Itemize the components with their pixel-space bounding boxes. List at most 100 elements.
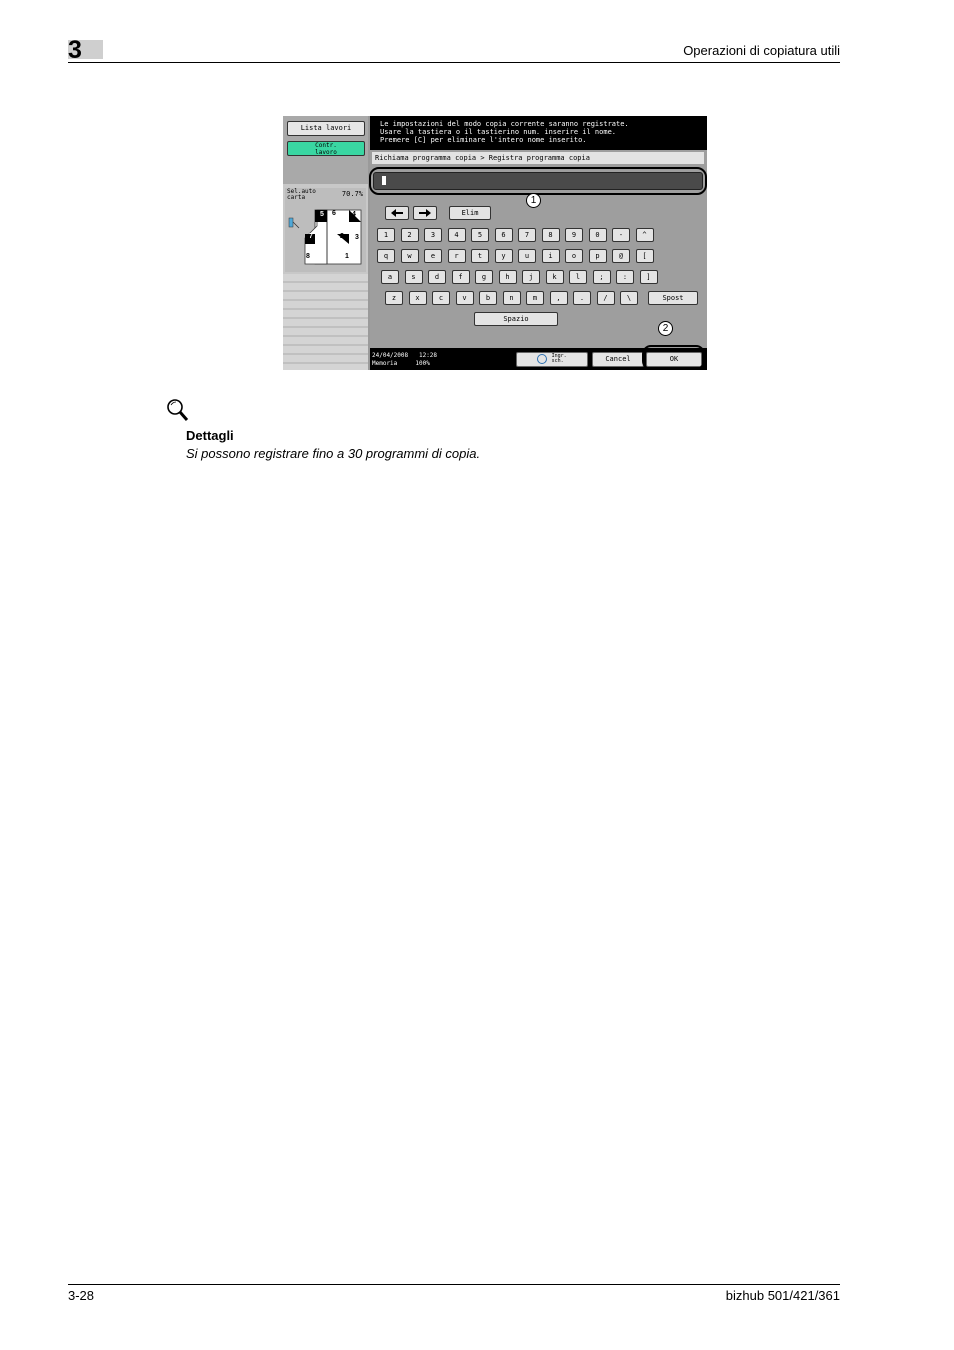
left-panel: Lista lavori Contr. lavoro Sel.auto cart… <box>283 116 368 370</box>
left-panel-empty-area <box>283 274 368 370</box>
callout-2: 2 <box>658 321 673 336</box>
enlarge-display-button[interactable]: Ingr. sch. <box>516 352 588 367</box>
key-row2-8[interactable]: o <box>565 249 583 263</box>
key-row1-9[interactable]: 0 <box>588 228 607 242</box>
key-row1-1[interactable]: 2 <box>400 228 419 242</box>
arrow-right-icon <box>419 209 431 217</box>
cursor-right-button[interactable] <box>413 206 437 220</box>
key-row2-3[interactable]: r <box>447 249 466 263</box>
check-job-button[interactable]: Contr. lavoro <box>287 141 365 156</box>
chapter-number: 3 <box>68 36 82 64</box>
note-text: Si possono registrare fino a 30 programm… <box>186 446 481 461</box>
key-row3-8[interactable]: l <box>569 270 587 284</box>
key-row1-7[interactable]: 8 <box>541 228 560 242</box>
finishing-diagram <box>288 209 362 265</box>
position-6: 6 <box>332 210 336 217</box>
key-row3-0[interactable]: a <box>381 270 399 284</box>
key-row3-3[interactable]: f <box>451 270 470 284</box>
key-row4-10[interactable]: \ <box>620 291 638 305</box>
position-5: 5 <box>320 211 324 218</box>
key-row1-6[interactable]: 7 <box>518 228 536 242</box>
key-row2-4[interactable]: t <box>471 249 489 263</box>
key-row2-7[interactable]: i <box>541 249 560 263</box>
key-row3-4[interactable]: g <box>475 270 493 284</box>
key-row1-3[interactable]: 4 <box>447 228 466 242</box>
key-row1-5[interactable]: 6 <box>494 228 513 242</box>
message-area: Le impostazioni del modo copia corrente … <box>370 116 707 150</box>
key-row1-4[interactable]: 5 <box>471 228 489 242</box>
key-row4-1[interactable]: x <box>408 291 427 305</box>
key-row4-9[interactable]: / <box>596 291 615 305</box>
header-rule <box>68 62 840 63</box>
enlarge-label-2: sch. <box>551 358 564 364</box>
magnifier-icon <box>537 354 548 364</box>
message-line-3: Premere [C] per eliminare l'intero nome … <box>380 136 587 144</box>
memory-value: 100% <box>415 360 430 367</box>
copier-screen: Lista lavori Contr. lavoro Sel.auto cart… <box>283 116 707 370</box>
name-entry-panel: Richiama programma copia > Registra prog… <box>369 150 707 348</box>
key-row1-11[interactable]: ^ <box>635 228 654 242</box>
space-key[interactable]: Spazio <box>474 312 558 326</box>
copy-settings-preview: Sel.auto carta 70.7% 5 6 4 7 2 3 8 1 <box>285 188 366 272</box>
key-row2-9[interactable]: p <box>588 249 607 263</box>
key-row3-9[interactable]: ; <box>592 270 611 284</box>
header-title: Operazioni di copiatura utili <box>683 43 840 58</box>
message-line-2: Usare la tastiera o il tastierino num. i… <box>380 128 617 136</box>
job-list-button[interactable]: Lista lavori <box>287 121 365 136</box>
key-row3-6[interactable]: j <box>522 270 540 284</box>
check-job-label-1: Contr. <box>315 142 337 149</box>
key-row4-5[interactable]: n <box>502 291 521 305</box>
callout-1: 1 <box>526 193 541 208</box>
position-4: 4 <box>352 211 356 218</box>
key-row2-11[interactable]: [ <box>635 249 654 263</box>
cursor-left-button[interactable] <box>385 206 409 220</box>
callout-highlight-name-field <box>369 167 707 195</box>
position-1: 1 <box>345 253 349 260</box>
key-row2-5[interactable]: y <box>494 249 513 263</box>
position-3: 3 <box>355 234 359 241</box>
key-row1-0[interactable]: 1 <box>377 228 395 242</box>
delete-button[interactable]: Elim <box>449 206 491 220</box>
cancel-button[interactable]: Cancel <box>592 352 644 367</box>
key-row4-2[interactable]: c <box>432 291 450 305</box>
key-row3-7[interactable]: k <box>545 270 564 284</box>
key-row1-8[interactable]: 9 <box>565 228 583 242</box>
key-row4-6[interactable]: m <box>526 291 544 305</box>
status-time: 12:28 <box>418 352 438 359</box>
position-8: 8 <box>306 253 310 260</box>
key-row1-2[interactable]: 3 <box>424 228 442 242</box>
key-row2-1[interactable]: w <box>400 249 419 263</box>
position-7: 7 <box>309 233 313 240</box>
shift-key[interactable]: Spost <box>648 291 698 305</box>
key-row2-6[interactable]: u <box>518 249 536 263</box>
arrow-left-icon <box>391 209 403 217</box>
key-row1-10[interactable]: - <box>612 228 630 242</box>
note-title: Dettagli <box>186 428 234 443</box>
key-row2-10[interactable]: @ <box>612 249 630 263</box>
check-job-label-2: lavoro <box>315 149 337 156</box>
key-row4-7[interactable]: , <box>549 291 568 305</box>
status-date: 24/04/2008 <box>372 352 409 359</box>
message-line-1: Le impostazioni del modo copia corrente … <box>380 120 629 128</box>
key-row4-0[interactable]: z <box>385 291 403 305</box>
callout-highlight-ok <box>642 345 705 370</box>
left-panel-top: Lista lavori Contr. lavoro <box>283 116 368 184</box>
key-row4-3[interactable]: v <box>455 291 474 305</box>
key-row3-1[interactable]: s <box>404 270 423 284</box>
key-row3-11[interactable]: ] <box>639 270 658 284</box>
memory-label: Memoria <box>372 360 398 367</box>
key-row2-0[interactable]: q <box>377 249 395 263</box>
magnifier-icon <box>167 399 189 421</box>
product-name: bizhub 501/421/361 <box>725 1288 840 1303</box>
key-row4-4[interactable]: b <box>479 291 497 305</box>
breadcrumb: Richiama programma copia > Registra prog… <box>372 152 704 164</box>
page-number: 3-28 <box>68 1288 95 1303</box>
key-row3-5[interactable]: h <box>498 270 517 284</box>
footer-rule <box>68 1284 840 1285</box>
key-row4-8[interactable]: . <box>573 291 591 305</box>
memory: Memoria 100% <box>372 360 430 367</box>
position-2: 2 <box>340 233 344 240</box>
key-row3-2[interactable]: d <box>428 270 446 284</box>
key-row3-10[interactable]: : <box>616 270 634 284</box>
key-row2-2[interactable]: e <box>424 249 442 263</box>
